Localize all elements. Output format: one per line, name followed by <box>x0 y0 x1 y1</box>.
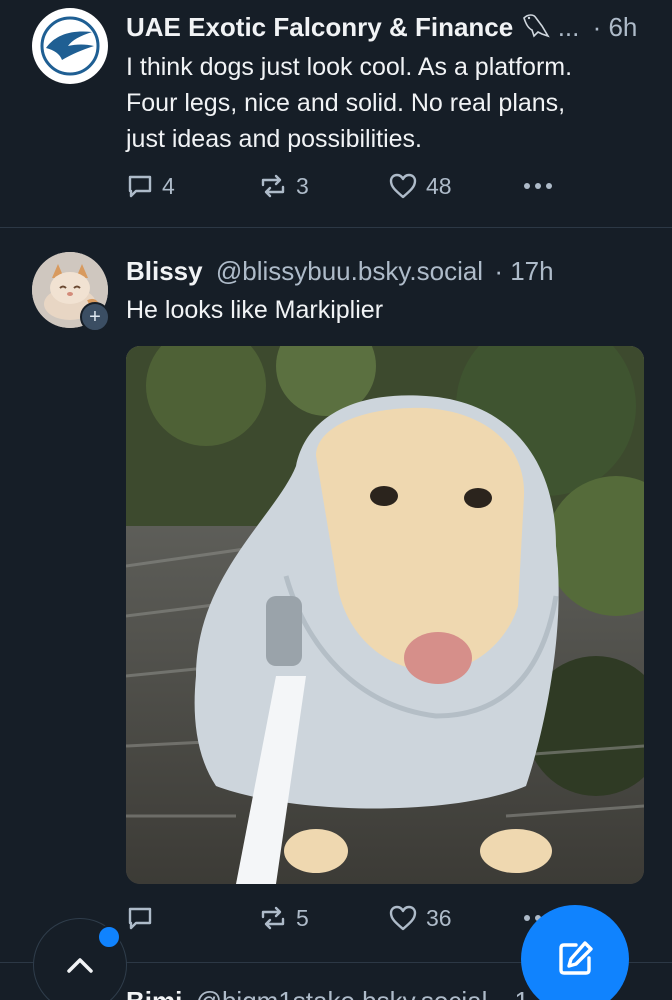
post-uae-falconry[interactable]: UAE Exotic Falconry & Finance ... · 6h I… <box>0 0 672 226</box>
like-button[interactable]: 36 <box>388 898 452 938</box>
falcon-emoji-icon <box>520 12 557 42</box>
repost-button[interactable]: 3 <box>258 166 309 206</box>
like-button[interactable]: 48 <box>388 166 452 206</box>
post-image[interactable] <box>126 346 644 884</box>
compose-pencil-icon <box>559 941 593 975</box>
follow-button[interactable]: + <box>80 302 110 332</box>
post-actions: 4 3 48 <box>126 166 652 206</box>
ellipsis-icon <box>524 183 552 189</box>
repost-arrows-icon <box>261 174 285 198</box>
feed: UAE Exotic Falconry & Finance ... · 6h I… <box>0 0 672 1000</box>
post-time[interactable]: · 6h <box>593 12 638 42</box>
display-name[interactable]: Bimi <box>126 986 182 1000</box>
post-header: Blissy @blissybuu.bsky.social · 17h <box>126 254 652 288</box>
post-text: He looks like Markiplier <box>126 296 384 324</box>
reply-count: 4 <box>162 172 175 199</box>
repost-count: 3 <box>296 172 309 199</box>
handle[interactable]: ... <box>558 12 580 42</box>
post-text: I think dogs just look cool. As a platfo… <box>126 49 648 157</box>
display-name[interactable]: Blissy <box>126 256 203 286</box>
post-time[interactable]: · 1 <box>499 986 529 1000</box>
display-name[interactable]: UAE Exotic Falconry & Finance <box>126 12 513 42</box>
speech-bubble-icon <box>128 175 152 198</box>
avatar[interactable] <box>32 8 108 84</box>
falcon-logo-icon <box>36 12 104 80</box>
repost-count: 5 <box>296 904 309 931</box>
heart-outline-icon <box>389 173 417 199</box>
post-time[interactable]: · 17h <box>494 256 553 286</box>
dog-in-raincoat-photo <box>126 346 644 884</box>
handle[interactable]: @bigm1stake.bsky.social <box>196 986 488 1000</box>
post-text-line: I think dogs just look cool. As a platfo… <box>126 53 573 81</box>
reply-button[interactable] <box>126 898 162 938</box>
new-posts-indicator <box>97 925 121 949</box>
post-header: UAE Exotic Falconry & Finance ... · 6h <box>126 10 652 44</box>
reply-button[interactable]: 4 <box>126 166 175 206</box>
speech-bubble-icon <box>128 907 152 930</box>
repost-arrows-icon <box>261 906 285 930</box>
post-text-line: just ideas and possibilities. <box>126 125 422 153</box>
heart-outline-icon <box>389 905 417 931</box>
more-options-button[interactable] <box>522 166 554 206</box>
like-count: 36 <box>426 904 452 931</box>
handle[interactable]: @blissybuu.bsky.social <box>216 256 483 286</box>
post-text-line: Four legs, nice and solid. No real plans… <box>126 89 566 117</box>
like-count: 48 <box>426 172 452 199</box>
chevron-up-icon <box>67 958 93 973</box>
repost-button[interactable]: 5 <box>258 898 309 938</box>
post-header: Bimi @bigm1stake.bsky.social · 1 <box>126 984 529 1000</box>
